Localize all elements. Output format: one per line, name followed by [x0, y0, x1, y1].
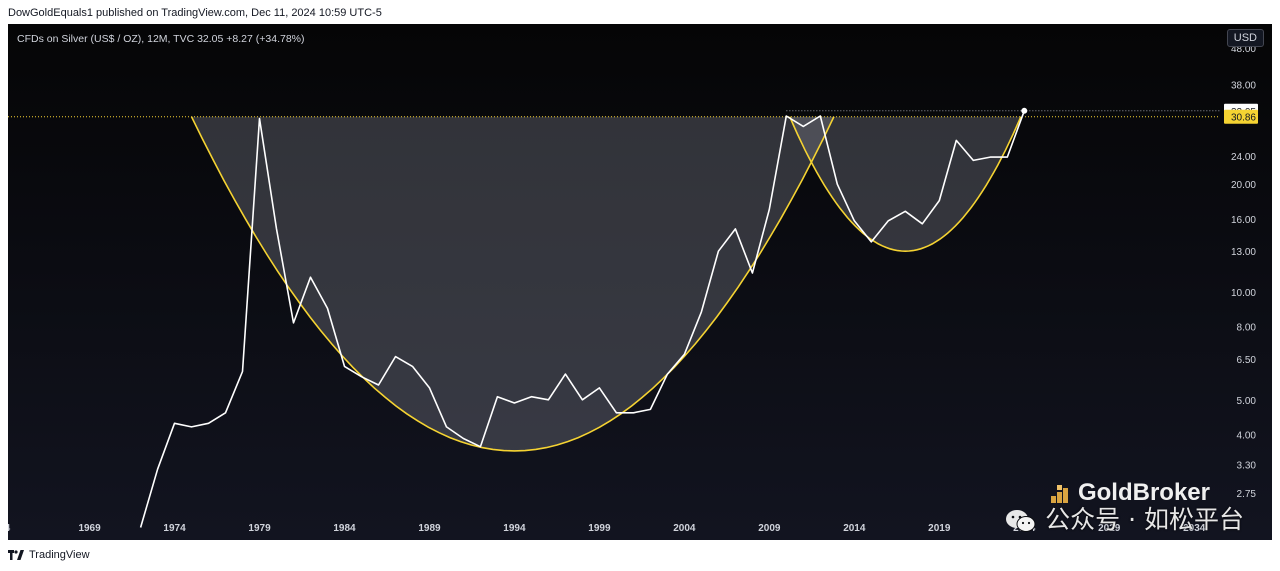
- y-tick-label: 20.00: [1231, 180, 1256, 191]
- x-tick-label: 2014: [843, 523, 866, 534]
- y-tick-label: 8.00: [1237, 323, 1257, 334]
- y-tick-label: 13.00: [1231, 247, 1256, 258]
- last-price-point: [1021, 107, 1028, 114]
- wechat-icon: [1005, 508, 1037, 534]
- y-tick-label: 6.50: [1237, 355, 1257, 366]
- chart-area[interactable]: 48.00 38.00 24.00 20.00 16.00 13.00 10.00 8.00 6…: [8, 24, 1272, 540]
- y-tick-label: 3.30: [1237, 460, 1257, 471]
- footer: TradingView: [8, 549, 90, 561]
- x-tick-label: 2004: [673, 523, 696, 534]
- x-tick-label: 2009: [758, 523, 781, 534]
- x-tick-label: 2019: [928, 523, 951, 534]
- x-tick-label: 1999: [588, 523, 611, 534]
- wechat-text: 公众号 · 如松平台: [1045, 505, 1244, 534]
- y-tick-label: 38.00: [1231, 80, 1256, 91]
- y-tick-label: 5.00: [1237, 396, 1257, 407]
- x-tick-label: 1994: [503, 523, 526, 534]
- y-tick-label: 24.00: [1231, 152, 1256, 163]
- footer-brand: TradingView: [29, 549, 90, 561]
- y-tick-label: 10.00: [1231, 288, 1256, 299]
- wechat-watermark: 公众号 · 如松平台: [1005, 500, 1244, 536]
- x-tick-label: 1984: [333, 523, 356, 534]
- x-tick-label: 1979: [248, 523, 271, 534]
- tradingview-logo-icon: [8, 550, 24, 560]
- y-tick-label: 2.75: [1237, 489, 1257, 500]
- x-tick-label: 1974: [163, 523, 186, 534]
- x-tick-label: 1969: [78, 523, 101, 534]
- publish-caption: DowGoldEquals1 published on TradingView.…: [8, 7, 382, 19]
- x-tick-label: 1989: [418, 523, 441, 534]
- y-tick-label: 16.00: [1231, 215, 1256, 226]
- symbol-legend: CFDs on Silver (US$ / OZ), 12M, TVC 32.0…: [17, 33, 305, 45]
- price-chart[interactable]: 48.0038.0024.0020.0016.0013.0010.008.006…: [8, 24, 1272, 540]
- y-tick-label: 4.00: [1237, 431, 1257, 442]
- price-label-text: 30.86: [1231, 113, 1256, 124]
- currency-button[interactable]: USD: [1226, 29, 1264, 47]
